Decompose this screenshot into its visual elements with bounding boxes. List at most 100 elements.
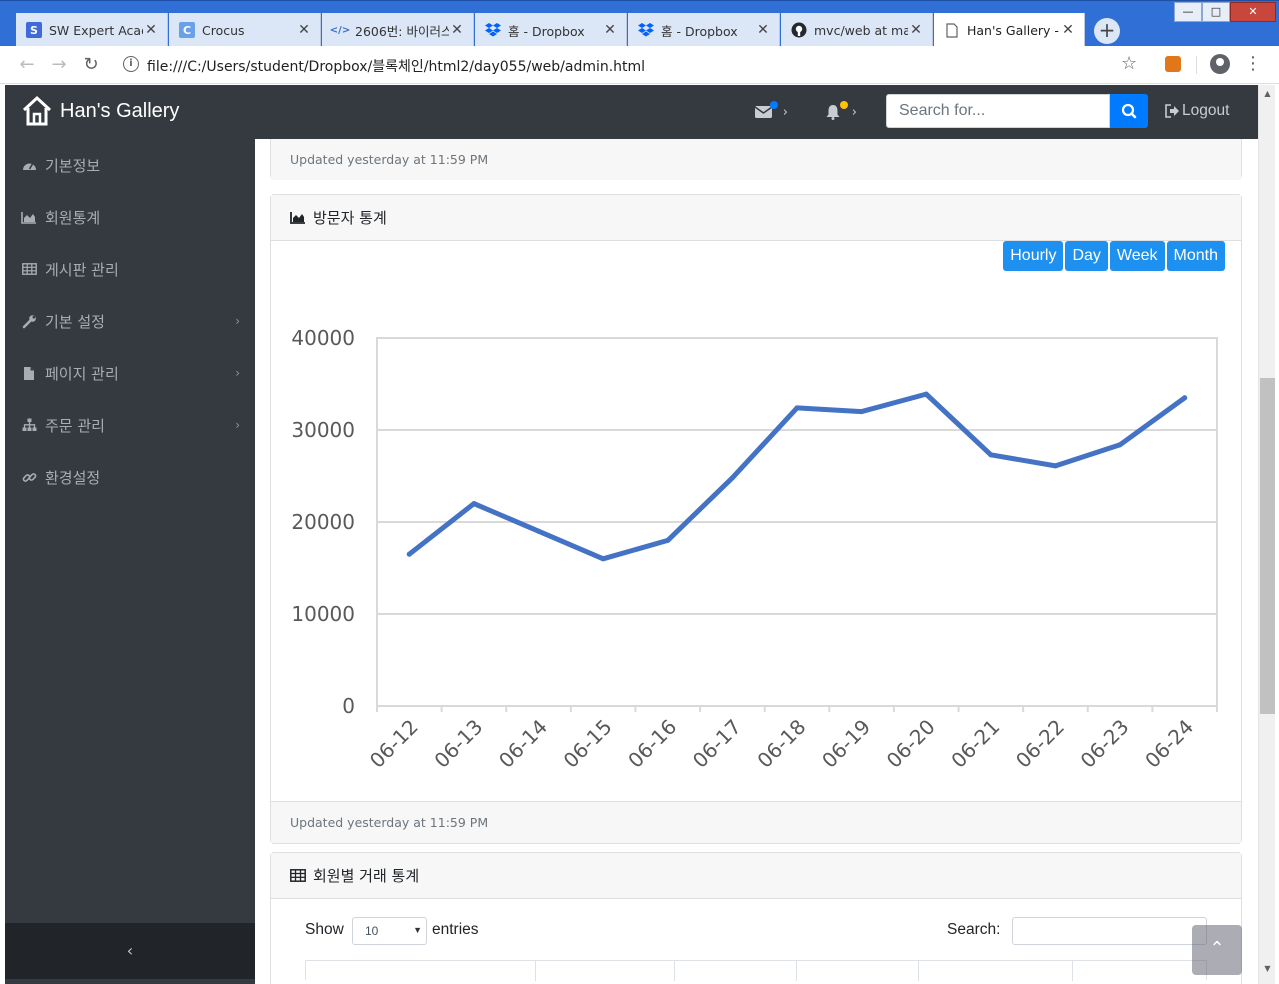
sidebar: 기본정보회원통계게시판 관리기본 설정 › 페이지 관리 › 주문 관리 › 환경설정 ‹ [5,139,255,984]
metamask-extension-icon[interactable] [1165,56,1181,72]
close-tab-icon[interactable]: ✕ [143,22,159,38]
brand-link[interactable]: Han's Gallery [21,95,179,127]
github-icon [791,22,807,38]
page-scrollbar[interactable]: ▲ ▼ [1258,85,1275,984]
sidebar-item[interactable]: 환경설정 [5,451,255,503]
close-tab-icon[interactable]: ✕ [908,22,924,38]
scroll-down-arrow-icon[interactable]: ▼ [1259,960,1276,977]
toolbar-divider [1196,56,1197,74]
alerts-indicator-dot [840,101,848,109]
app-navbar: Han's Gallery › › Logout [5,85,1258,139]
data-point [794,405,800,411]
data-point [536,528,542,534]
scrollbar-thumb[interactable] [1260,378,1275,714]
x-tick-label: 06-22 [1011,715,1069,773]
browser-tab-title: SW Expert Acad [49,22,143,38]
brand-name: Han's Gallery [60,99,180,122]
data-point [665,537,671,543]
y-tick-label: 10000 [291,602,355,626]
sidebar-item-label: 주문 관리 [45,416,105,435]
close-tab-icon[interactable]: ✕ [296,22,312,38]
sidebar-item[interactable]: 페이지 관리 › [5,347,255,399]
close-tab-icon[interactable]: ✕ [602,22,618,38]
entries-select[interactable]: 10 ▼ [352,917,427,945]
sidebar-item[interactable]: 회원통계 [5,191,255,243]
chevron-right-icon: › [235,314,240,328]
browser-tab[interactable]: </> 2606번: 바이러스 ✕ [322,13,474,47]
minimize-window-button[interactable]: — [1174,2,1202,22]
forward-arrow-icon[interactable]: → [48,54,70,76]
x-tick-label: 06-21 [946,715,1004,773]
x-tick-label: 06-14 [494,715,552,773]
data-point [729,475,735,481]
dashboard-icon [21,158,37,172]
data-point [1052,463,1058,469]
info-icon[interactable]: i [123,56,139,72]
close-window-button[interactable]: ✕ [1230,2,1276,22]
entries-value: 10 [365,924,379,938]
x-tick-label: 06-24 [1140,715,1198,773]
sidebar-item[interactable]: 게시판 관리 [5,243,255,295]
sidebar-item-label: 게시판 관리 [45,260,119,279]
back-arrow-icon[interactable]: ← [16,54,38,76]
browser-tab[interactable]: mvc/web at mas ✕ [781,13,933,47]
sidebar-item[interactable]: 기본 설정 › [5,295,255,347]
x-tick-label: 06-16 [623,715,681,773]
browser-tab[interactable]: C Crocus ✕ [169,13,321,47]
x-tick-label: 06-15 [559,715,617,773]
data-point [600,556,606,562]
caret-down-icon: ▼ [413,925,422,935]
scroll-to-top-button[interactable]: ⌃ [1192,925,1242,975]
x-tick-label: 06-13 [429,715,487,773]
file-icon [21,366,37,380]
maximize-window-button[interactable]: □ [1202,2,1230,22]
close-tab-icon[interactable]: ✕ [449,22,465,38]
reload-icon[interactable]: ↻ [80,54,102,76]
y-tick-label: 0 [342,694,355,718]
new-tab-button[interactable]: + [1094,18,1120,44]
search-input[interactable] [886,94,1110,128]
search-icon [1121,103,1137,119]
data-point [1182,395,1188,401]
close-tab-icon[interactable]: ✕ [755,22,771,38]
dropbox-icon [485,22,501,38]
crocus-icon: C [179,22,195,38]
y-tick-label: 40000 [291,326,355,350]
table-search-input[interactable] [1012,917,1207,945]
x-tick-label: 06-12 [365,715,423,773]
close-tab-icon[interactable]: ✕ [1060,22,1076,38]
browser-address-bar: ← → ↻ i file:///C:/Users/student/Dropbox… [0,46,1279,84]
chevron-right-icon: › [235,366,240,380]
x-tick-label: 06-20 [882,715,940,773]
browser-menu-icon[interactable]: ⋮ [1244,52,1262,76]
scroll-up-arrow-icon[interactable]: ▲ [1259,85,1276,102]
data-point [988,452,994,458]
url-field[interactable]: file:///C:/Users/student/Dropbox/블록체인/ht… [147,56,645,76]
home-icon [22,95,52,126]
main-content: Updated yesterday at 11:59 PM 방문자 통계 Hou… [255,139,1258,984]
sidebar-item[interactable]: 기본정보 [5,139,255,191]
table-icon [290,869,306,882]
sidebar-toggle-button[interactable]: ‹ [5,923,255,979]
card-body: Hourly Day Week Month 0 10000 20000 30000 40000… [271,241,1241,801]
area-chart-icon [290,212,305,224]
browser-tab[interactable]: 홈 - Dropbox ✕ [628,13,780,47]
browser-tab-title: mvc/web at mas [814,22,908,38]
browser-tab[interactable]: 홈 - Dropbox ✕ [475,13,627,47]
card-footer: Updated yesterday at 11:59 PM [271,801,1241,843]
card-title: 회원별 거래 통계 [313,867,420,885]
swexpert-icon: S [26,22,42,38]
bookmark-star-icon[interactable]: ☆ [1121,53,1137,74]
card-header: 방문자 통계 [271,195,1241,241]
data-point [923,391,929,397]
sidebar-item[interactable]: 주문 관리 › [5,399,255,451]
sidebar-item-label: 기본정보 [45,156,101,175]
chevron-right-icon: › [235,418,240,432]
profile-avatar-icon[interactable] [1210,54,1230,74]
sign-out-icon [1165,104,1179,118]
logout-link[interactable]: Logout [1165,102,1229,120]
bell-icon [826,104,840,120]
browser-tab[interactable]: S SW Expert Acad ✕ [16,13,168,47]
search-button[interactable] [1110,94,1148,128]
browser-tab[interactable]: Han's Gallery - ✕ [934,13,1085,47]
